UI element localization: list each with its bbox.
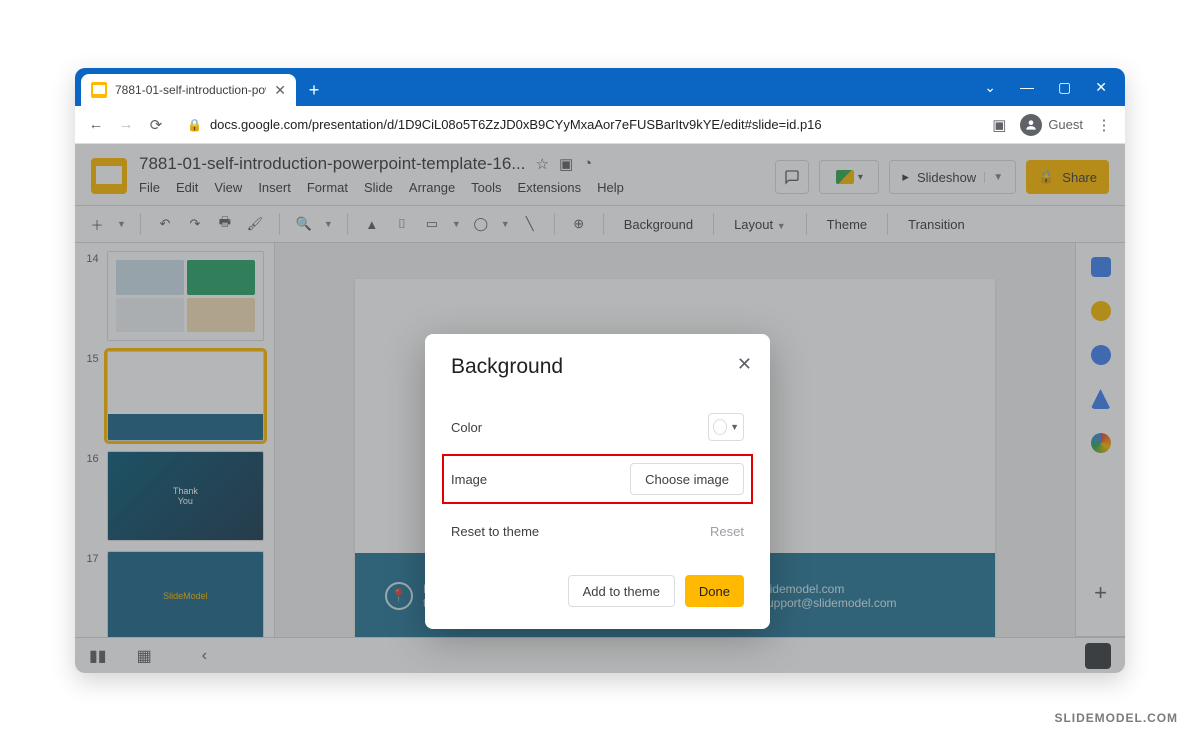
reload-icon[interactable]: ⟳: [147, 116, 165, 134]
done-button[interactable]: Done: [685, 575, 744, 607]
image-row: Image Choose image: [443, 455, 752, 503]
color-label: Color: [451, 420, 482, 435]
slides-favicon-icon: [91, 82, 107, 98]
close-window-icon[interactable]: ✕: [1095, 79, 1107, 96]
chevron-down-icon[interactable]: ⌄: [984, 79, 996, 96]
kebab-menu-icon[interactable]: ⋮: [1095, 116, 1113, 134]
slides-app: 7881-01-self-introduction-powerpoint-tem…: [75, 144, 1125, 673]
minimize-icon[interactable]: —: [1020, 79, 1034, 96]
add-to-theme-button[interactable]: Add to theme: [568, 575, 675, 607]
background-dialog: ✕ Background Color ▼ Image Choose image …: [425, 334, 770, 629]
tab-close-icon[interactable]: ✕: [274, 82, 286, 99]
profile-label: Guest: [1048, 117, 1083, 132]
url-box[interactable]: 🔒 docs.google.com/presentation/d/1D9CiL0…: [177, 111, 978, 139]
color-row: Color ▼: [451, 403, 744, 451]
install-app-icon[interactable]: ▣: [990, 116, 1008, 134]
color-picker[interactable]: ▼: [708, 413, 744, 441]
reset-row: Reset to theme Reset: [451, 507, 744, 555]
browser-window: 7881-01-self-introduction-power ✕ + ⌄ — …: [75, 68, 1125, 673]
profile-chip[interactable]: Guest: [1020, 114, 1083, 136]
url-text: docs.google.com/presentation/d/1D9CiL08o…: [210, 117, 822, 132]
nav-back-icon[interactable]: ←: [87, 116, 105, 133]
reset-label: Reset to theme: [451, 524, 539, 539]
reset-button: Reset: [710, 524, 744, 539]
lock-icon: 🔒: [187, 118, 202, 132]
address-bar: ← → ⟳ 🔒 docs.google.com/presentation/d/1…: [75, 106, 1125, 144]
choose-image-button[interactable]: Choose image: [630, 463, 744, 495]
maximize-icon[interactable]: ▢: [1058, 79, 1071, 96]
avatar-icon: [1020, 114, 1042, 136]
new-tab-button[interactable]: +: [300, 76, 328, 104]
dialog-close-icon[interactable]: ✕: [737, 354, 752, 375]
browser-tab[interactable]: 7881-01-self-introduction-power ✕: [81, 74, 296, 106]
watermark: SLIDEMODEL.COM: [1055, 711, 1178, 725]
titlebar: 7881-01-self-introduction-power ✕ + ⌄ — …: [75, 68, 1125, 106]
window-controls: ⌄ — ▢ ✕: [984, 79, 1125, 106]
tab-title: 7881-01-self-introduction-power: [115, 83, 266, 97]
image-label: Image: [451, 472, 487, 487]
nav-forward-icon[interactable]: →: [117, 116, 135, 133]
dialog-title: Background: [451, 356, 744, 377]
